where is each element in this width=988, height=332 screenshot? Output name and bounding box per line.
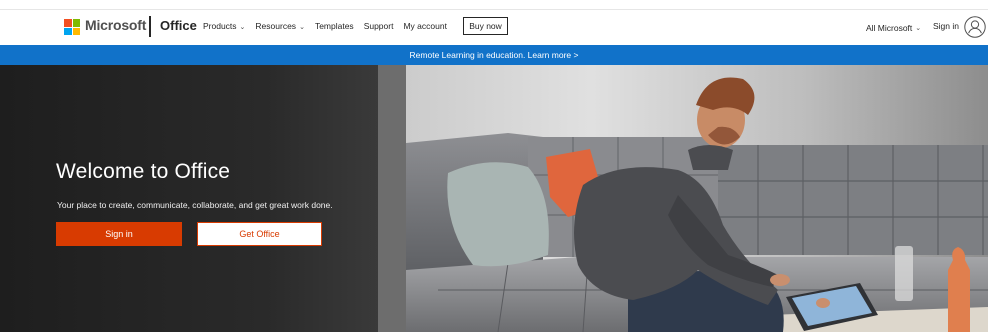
user-avatar-icon[interactable] <box>964 16 986 38</box>
nav-item-templates[interactable]: Templates <box>315 21 354 31</box>
brand-divider <box>149 16 151 37</box>
remote-learning-banner: Remote Learning in education. Learn more… <box>0 45 988 65</box>
office-product-link[interactable]: Office <box>160 18 197 33</box>
site-header: Microsoft Office Products ⌄ Resources ⌄ … <box>0 0 988 45</box>
microsoft-logo-icon[interactable] <box>64 19 80 35</box>
hero-section: Welcome to Office Your place to create, … <box>0 65 988 332</box>
hero-image <box>378 65 988 332</box>
hero-subtitle: Your place to create, communicate, colla… <box>57 200 333 210</box>
chevron-down-icon: ⌄ <box>239 24 246 31</box>
header-sign-in-link[interactable]: Sign in <box>933 21 959 31</box>
hero-text-panel <box>0 65 380 332</box>
buy-now-button[interactable]: Buy now <box>463 17 508 35</box>
nav-item-label: Products <box>203 21 237 31</box>
header-top-border <box>0 9 988 10</box>
chevron-down-icon: ⌄ <box>915 25 922 32</box>
nav-item-label: My account <box>403 21 447 31</box>
nav-item-resources[interactable]: Resources ⌄ <box>255 21 305 31</box>
get-office-button[interactable]: Get Office <box>197 222 322 246</box>
all-microsoft-label: All Microsoft <box>866 23 913 33</box>
nav-item-products[interactable]: Products ⌄ <box>203 21 245 31</box>
nav-item-label: Resources <box>255 21 297 31</box>
hero-title: Welcome to Office <box>56 160 231 183</box>
remote-learning-link[interactable]: Remote Learning in education. Learn more… <box>410 50 579 60</box>
nav-item-my-account[interactable]: My account <box>403 21 446 31</box>
main-nav: Products ⌄ Resources ⌄ Templates Support… <box>203 21 457 31</box>
sign-in-button[interactable]: Sign in <box>56 222 182 246</box>
microsoft-brand-link[interactable]: Microsoft <box>85 17 146 33</box>
nav-item-label: Templates <box>314 21 354 31</box>
all-microsoft-menu[interactable]: All Microsoft ⌄ <box>866 23 921 33</box>
nav-item-support[interactable]: Support <box>364 21 394 31</box>
chevron-down-icon: ⌄ <box>299 24 305 31</box>
nav-item-label: Support <box>363 21 394 31</box>
